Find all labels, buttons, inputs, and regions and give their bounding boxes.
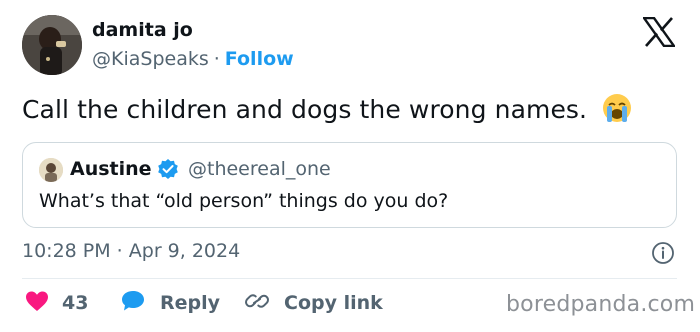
heart-icon	[24, 289, 50, 317]
quoted-author-name[interactable]: Austine	[70, 158, 152, 180]
like-count: 43	[62, 292, 89, 314]
info-icon[interactable]	[651, 241, 675, 265]
reply-label: Reply	[160, 292, 221, 314]
follow-button[interactable]: Follow	[225, 48, 294, 70]
copy-link-button[interactable]: Copy link	[244, 290, 383, 316]
author-display-name[interactable]: damita jo	[92, 19, 193, 41]
link-icon	[244, 289, 270, 317]
like-button[interactable]: 43	[24, 290, 88, 316]
author-handle-row: @KiaSpeaks · Follow	[92, 48, 294, 70]
quoted-tweet-card[interactable]: Austine @theereal_one What’s that “old p…	[22, 142, 677, 228]
reply-bubble-icon	[120, 289, 146, 317]
verified-badge-icon	[157, 158, 179, 180]
site-watermark: boredpanda.com	[506, 292, 696, 317]
separator-dot: ·	[213, 48, 220, 70]
quoted-author-avatar[interactable]	[39, 158, 63, 182]
quoted-tweet-text: What’s that “old person” things do you d…	[39, 190, 449, 212]
tweet-timestamp[interactable]: 10:28 PM · Apr 9, 2024	[22, 240, 240, 262]
reply-button[interactable]: Reply	[120, 290, 220, 316]
author-handle[interactable]: @KiaSpeaks	[92, 48, 209, 70]
x-logo-icon[interactable]	[641, 16, 677, 48]
loudly-crying-face-icon	[601, 92, 633, 130]
copy-link-label: Copy link	[284, 292, 383, 314]
tweet-text: Call the children and dogs the wrong nam…	[22, 92, 633, 130]
tweet-body: Call the children and dogs the wrong nam…	[22, 95, 588, 124]
divider	[22, 278, 677, 279]
quoted-author-handle[interactable]: @theereal_one	[188, 158, 331, 180]
author-avatar[interactable]	[22, 15, 82, 75]
